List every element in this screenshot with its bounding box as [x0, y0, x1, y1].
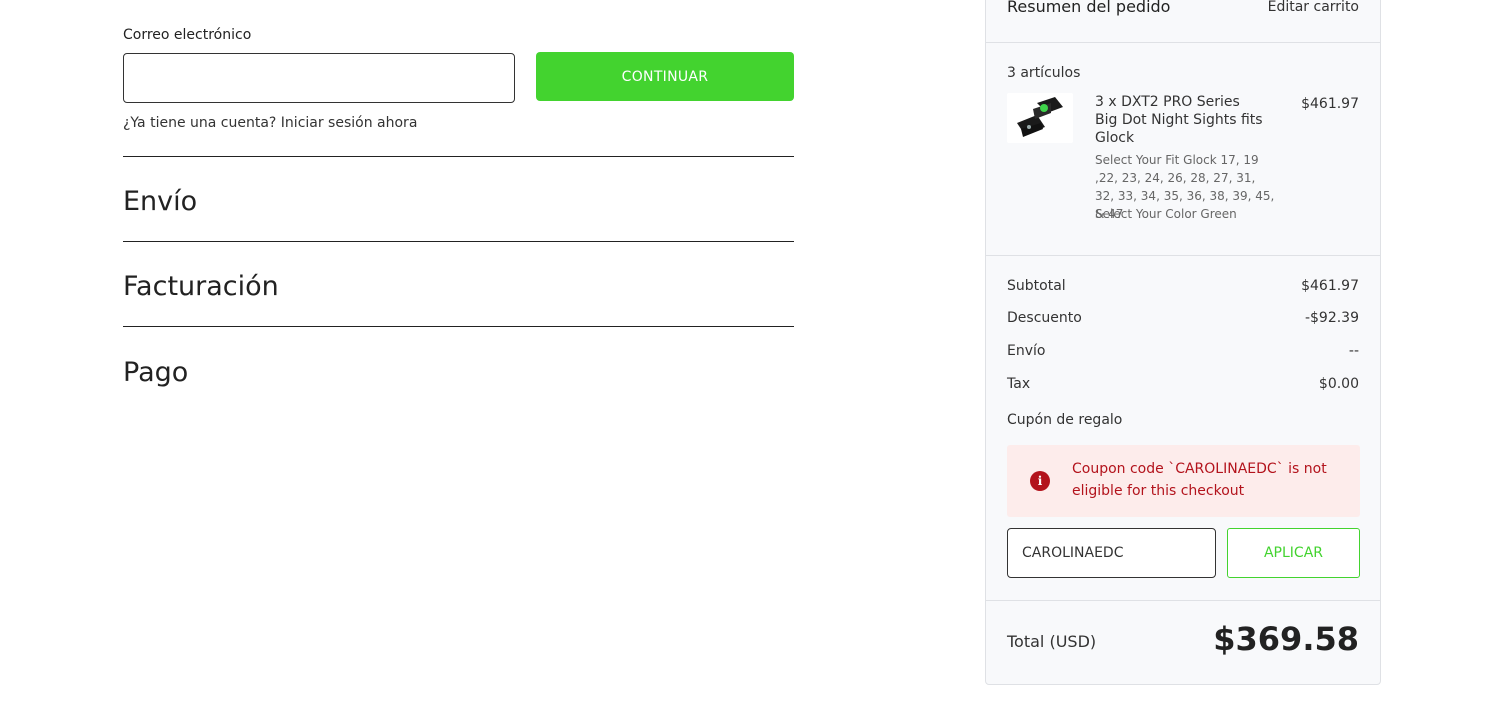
order-summary: Resumen del pedido Editar carrito 3 artí… [985, 0, 1381, 685]
section-payment[interactable]: Pago [123, 357, 188, 388]
shipping-value: -- [1348, 343, 1359, 359]
tax-label: Tax [1007, 376, 1031, 392]
discount-label: Descuento [1007, 310, 1082, 326]
divider [123, 156, 794, 157]
cart-items: 3 artículos 3 x DXT2 PRO Series Big Dot … [986, 43, 1380, 256]
subtotal-value: $461.97 [1301, 278, 1359, 294]
email-label: Correo electrónico [123, 27, 252, 43]
section-shipping[interactable]: Envío [123, 186, 197, 217]
product-name: 3 x DXT2 PRO Series Big Dot Night Sights… [1095, 94, 1263, 146]
divider [123, 326, 794, 327]
shipping-label: Envío [1007, 343, 1046, 359]
product-option-color: Select Your Color Green [1095, 207, 1237, 221]
subtotal-label: Subtotal [1007, 278, 1066, 294]
edit-cart-link[interactable]: Editar carrito [1268, 0, 1359, 15]
discount-value: -$92.39 [1304, 310, 1359, 326]
apply-coupon-button[interactable]: APLICAR [1227, 528, 1360, 578]
product-image [1007, 93, 1073, 143]
order-summary-title: Resumen del pedido [1007, 0, 1171, 16]
login-link[interactable]: Iniciar sesión ahora [281, 115, 418, 131]
items-count: 3 artículos [1007, 65, 1081, 81]
coupon-input[interactable] [1007, 528, 1216, 578]
email-input[interactable] [123, 53, 515, 103]
login-prompt: ¿Ya tiene una cuenta? [123, 115, 277, 131]
coupon-error-alert: i Coupon code `CAROLINAEDC` is not eligi… [1007, 445, 1360, 517]
total-value: $369.58 [1213, 620, 1359, 658]
error-info-icon: i [1030, 471, 1050, 491]
totals-block: Subtotal $461.97 Descuento -$92.39 Envío… [986, 256, 1380, 601]
login-prompt-line: ¿Ya tiene una cuenta? Iniciar sesión aho… [123, 115, 417, 131]
order-summary-header: Resumen del pedido Editar carrito [986, 0, 1380, 43]
coupon-error-text: Coupon code `CAROLINAEDC` is not eligibl… [1072, 461, 1327, 499]
product-price: $461.97 [1301, 96, 1359, 112]
gun-sight-icon [1017, 97, 1063, 137]
tax-value: $0.00 [1318, 376, 1359, 392]
divider [123, 241, 794, 242]
total-label: Total (USD) [1007, 632, 1097, 651]
coupon-label[interactable]: Cupón de regalo [1007, 412, 1122, 428]
continue-button[interactable]: CONTINUAR [536, 52, 794, 101]
section-billing[interactable]: Facturación [123, 271, 279, 302]
